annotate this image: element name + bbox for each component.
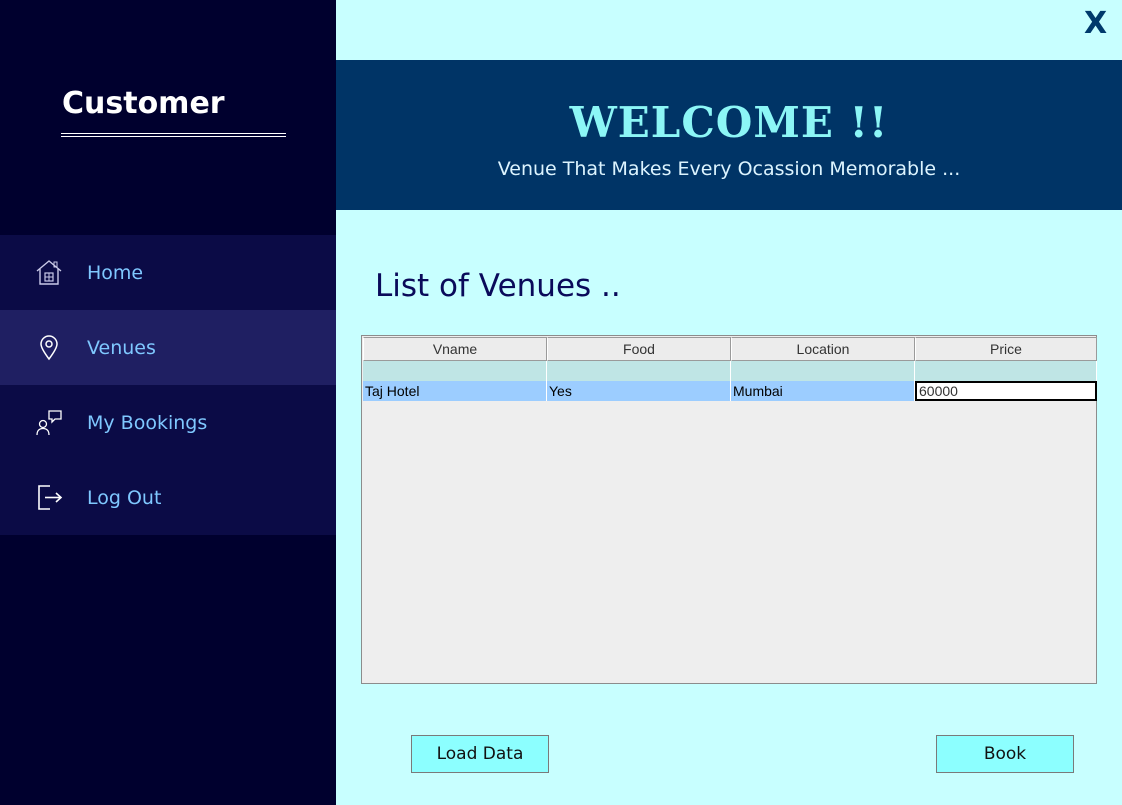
table-cell-vname[interactable]: Taj Hotel [363, 381, 547, 401]
welcome-title: WELCOME !! [569, 98, 889, 147]
column-header-location[interactable]: Location [731, 337, 915, 361]
sidebar-item-my-bookings[interactable]: My Bookings [0, 385, 336, 460]
sidebar-item-label: My Bookings [87, 411, 208, 434]
page-title: List of Venues .. [375, 268, 621, 304]
sidebar: Customer Home Venues My Bookings Log Out [0, 0, 336, 805]
table-cell[interactable] [731, 361, 915, 381]
location-pin-icon [40, 335, 58, 361]
welcome-tagline: Venue That Makes Every Ocassion Memorabl… [497, 158, 961, 180]
column-header-food[interactable]: Food [547, 337, 731, 361]
sidebar-brand-title: Customer [62, 86, 225, 121]
table-cell-price-editor[interactable]: 60000 [915, 381, 1097, 401]
load-data-button[interactable]: Load Data [411, 735, 549, 773]
table-row[interactable]: Taj Hotel Yes Mumbai 60000 [363, 381, 1097, 401]
column-header-vname[interactable]: Vname [363, 337, 547, 361]
brand-underline [61, 133, 286, 137]
table-cell[interactable] [547, 361, 731, 381]
sidebar-nav: Home Venues My Bookings Log Out [0, 235, 336, 535]
user-chat-icon [36, 410, 62, 436]
book-button[interactable]: Book [936, 735, 1074, 773]
table-cell[interactable] [363, 361, 547, 381]
sidebar-item-label: Log Out [87, 486, 162, 509]
table-cell-food[interactable]: Yes [547, 381, 731, 401]
table-cell-location[interactable]: Mumbai [731, 381, 915, 401]
sidebar-item-label: Venues [87, 336, 156, 359]
column-header-price[interactable]: Price [915, 337, 1097, 361]
welcome-banner: WELCOME !! Venue That Makes Every Ocassi… [336, 60, 1122, 210]
sidebar-item-label: Home [87, 261, 144, 284]
sidebar-item-home[interactable]: Home [0, 235, 336, 310]
sidebar-item-venues[interactable]: Venues [0, 310, 336, 385]
venues-table[interactable]: Vname Food Location Price Taj Hotel Yes … [361, 335, 1097, 684]
close-button[interactable]: X [1084, 6, 1107, 41]
sidebar-item-log-out[interactable]: Log Out [0, 460, 336, 535]
table-header-row: Vname Food Location Price [363, 337, 1097, 361]
table-row[interactable] [363, 361, 1097, 381]
logout-icon [38, 485, 63, 510]
home-icon [36, 260, 62, 285]
table-cell[interactable] [915, 361, 1097, 381]
